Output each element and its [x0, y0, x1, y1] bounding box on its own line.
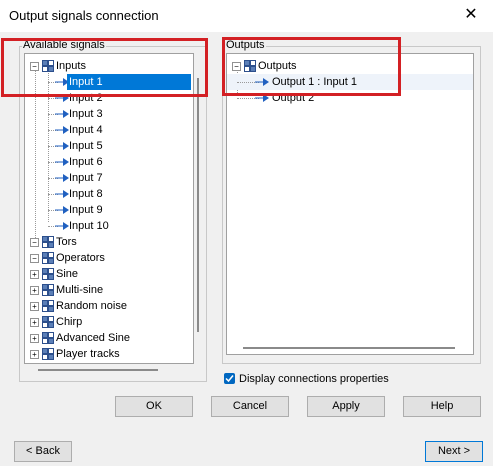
group-icon — [42, 316, 54, 328]
group-icon — [42, 252, 54, 264]
tree-node-group[interactable]: + Random noise — [25, 298, 193, 314]
expand-icon[interactable]: + — [30, 286, 39, 295]
ok-button[interactable]: OK — [115, 396, 193, 417]
tree-item-input[interactable]: Input 5 — [25, 138, 193, 154]
help-button[interactable]: Help — [403, 396, 481, 417]
tree-node-label: Multi-sine — [56, 284, 104, 296]
tree-item-label: Input 6 — [69, 156, 103, 168]
tree-item-input[interactable]: Input 9 — [25, 202, 193, 218]
close-button[interactable]: ✕ — [453, 2, 489, 28]
collapse-icon[interactable]: − — [232, 62, 241, 71]
back-button[interactable]: < Back — [14, 441, 72, 462]
vertical-scrollbar-thumb[interactable] — [197, 78, 199, 332]
tree-item-label: Input 5 — [69, 140, 103, 152]
checkmark-icon — [225, 375, 234, 383]
tree-node-label: Outputs — [258, 60, 297, 72]
group-icon — [42, 60, 54, 72]
close-icon: ✕ — [464, 6, 478, 23]
tree-item-input[interactable]: Input 7 — [25, 170, 193, 186]
tree-node-group[interactable]: + Advanced Sine — [25, 330, 193, 346]
tree-item-input[interactable]: Input 8 — [25, 186, 193, 202]
group-icon — [42, 332, 54, 344]
group-icon — [42, 236, 54, 248]
tree-node-label: Chirp — [56, 316, 83, 328]
tree-node-outputs[interactable]: − Outputs — [227, 58, 473, 74]
display-connections-label: Display connections properties — [239, 373, 389, 385]
tree-item-label: Input 7 — [69, 172, 103, 184]
tree-item-label: Input 1 — [67, 74, 191, 90]
tree-item-label: Input 8 — [69, 188, 103, 200]
tree-item-label: Output 1 : Input 1 — [272, 76, 358, 88]
group-icon — [42, 300, 54, 312]
tree-item-label: Input 9 — [69, 204, 103, 216]
title-bar: Output signals connection ✕ — [0, 0, 493, 32]
collapse-icon[interactable]: − — [30, 254, 39, 263]
tree-item-input[interactable]: Input 10 — [25, 218, 193, 234]
window-title: Output signals connection — [9, 8, 159, 23]
tree-node-group[interactable]: + Chirp — [25, 314, 193, 330]
tree-item-output[interactable]: Output 2 — [227, 90, 473, 106]
group-icon — [244, 60, 256, 72]
tree-item-label: Input 4 — [69, 124, 103, 136]
group-icon — [42, 284, 54, 296]
tree-node-inputs[interactable]: − Inputs — [25, 58, 193, 74]
tree-node-group[interactable]: + Player tracks — [25, 346, 193, 362]
expand-icon[interactable]: + — [30, 270, 39, 279]
tree-node-label: Advanced Sine — [56, 332, 130, 344]
tree-item-label: Input 3 — [69, 108, 103, 120]
tree-item-input[interactable]: Input 4 — [25, 122, 193, 138]
expand-icon[interactable]: + — [30, 318, 39, 327]
available-signals-label: Available signals — [22, 39, 106, 51]
tree-node-label: Operators — [56, 252, 105, 264]
tree-item-label: Output 2 — [272, 92, 315, 104]
expand-icon[interactable]: + — [30, 302, 39, 311]
cancel-button[interactable]: Cancel — [211, 396, 289, 417]
horizontal-scrollbar[interactable] — [243, 347, 455, 349]
signal-arrow-icon — [255, 78, 269, 86]
tree-node-label: Tors — [56, 236, 77, 248]
tree-node-group[interactable]: − Operators — [25, 250, 193, 266]
available-signals-tree[interactable]: − Inputs Input 1 Input 2 Input 3 Input 4 Inp… — [24, 53, 194, 364]
tree-node-label: Player tracks — [56, 348, 120, 360]
tree-item-input[interactable]: Input 6 — [25, 154, 193, 170]
outputs-group-label: Outputs — [225, 39, 266, 51]
display-connections-checkbox[interactable] — [224, 373, 235, 384]
signal-arrow-icon — [255, 94, 269, 102]
outputs-tree[interactable]: − Outputs Output 1 : Input 1 Output 2 — [226, 53, 474, 355]
tree-item-label: Input 2 — [69, 92, 103, 104]
tree-node-label: Random noise — [56, 300, 127, 312]
collapse-icon[interactable]: − — [30, 238, 39, 247]
tree-item-input[interactable]: Input 2 — [25, 90, 193, 106]
output-signals-dialog: Output signals connection ✕ Available si… — [0, 0, 493, 466]
tree-node-group[interactable]: + Multi-sine — [25, 282, 193, 298]
group-icon — [42, 268, 54, 280]
apply-button[interactable]: Apply — [307, 396, 385, 417]
collapse-icon[interactable]: − — [30, 62, 39, 71]
tree-item-input[interactable]: Input 3 — [25, 106, 193, 122]
tree-node-label: Inputs — [56, 60, 86, 72]
group-icon — [42, 348, 54, 360]
tree-node-label: Sine — [56, 268, 79, 280]
tree-item-label: Input 10 — [69, 220, 109, 232]
next-button[interactable]: Next > — [425, 441, 483, 462]
horizontal-scrollbar[interactable] — [38, 369, 158, 371]
tree-item-output[interactable]: Output 1 : Input 1 — [227, 74, 473, 90]
expand-icon[interactable]: + — [30, 334, 39, 343]
tree-item-input[interactable]: Input 1 — [25, 74, 193, 90]
expand-icon[interactable]: + — [30, 350, 39, 359]
tree-node-group[interactable]: + Sine — [25, 266, 193, 282]
tree-node-group[interactable]: − Tors — [25, 234, 193, 250]
